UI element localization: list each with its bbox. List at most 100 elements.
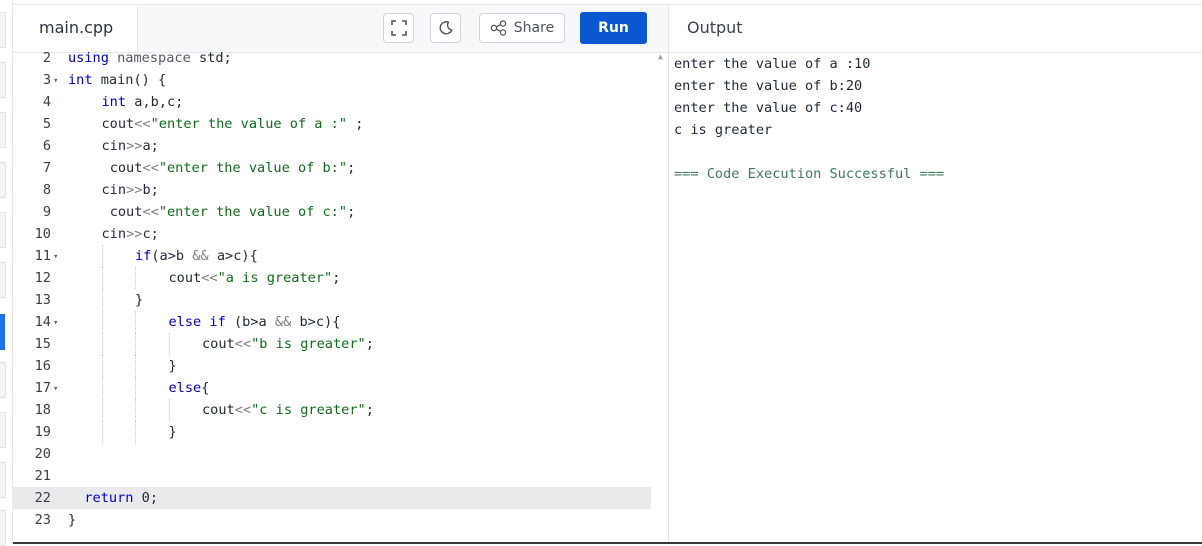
share-icon bbox=[490, 20, 507, 36]
code-text: cout<<"enter the value of a :" ; bbox=[102, 113, 364, 135]
sidebar-tab[interactable] bbox=[0, 362, 6, 398]
file-tab[interactable]: main.cpp bbox=[13, 5, 138, 52]
indent-guide bbox=[101, 377, 103, 399]
code-text: if(a>b && a>c){ bbox=[135, 245, 258, 267]
code-line[interactable]: 19} bbox=[13, 421, 651, 443]
indent-guide bbox=[135, 355, 136, 377]
run-button[interactable]: Run bbox=[580, 12, 647, 44]
code-token: ; bbox=[347, 160, 356, 176]
code-token: ; bbox=[365, 402, 374, 418]
code-line[interactable]: 11 ▾ if(a>b && a>c){ bbox=[13, 245, 651, 267]
code-token: if bbox=[135, 248, 152, 264]
fullscreen-button[interactable] bbox=[383, 13, 414, 43]
code-token: } bbox=[68, 512, 77, 528]
line-number: 10 bbox=[34, 226, 51, 242]
code-token: << bbox=[234, 336, 252, 352]
line-number: 6 bbox=[42, 138, 51, 154]
code-line[interactable]: 12 cout<<"a is greater"; bbox=[13, 267, 651, 289]
left-sidebar bbox=[0, 0, 8, 546]
sidebar-tab[interactable] bbox=[0, 212, 6, 248]
sidebar-tab[interactable] bbox=[0, 510, 6, 546]
fold-arrow-icon[interactable]: ▾ bbox=[53, 378, 58, 400]
code-token: && bbox=[274, 314, 292, 330]
sidebar-tab-active[interactable] bbox=[0, 314, 5, 350]
line-number: 7 bbox=[42, 160, 51, 176]
code-token: "enter the value of a :" bbox=[150, 116, 348, 132]
fold-arrow-icon[interactable]: ▾ bbox=[53, 312, 58, 334]
code-token: "c is greater" bbox=[251, 402, 366, 418]
code-line[interactable]: 14 ▾ else if (b>a && b>c){ bbox=[13, 311, 651, 333]
line-number: 9 bbox=[42, 204, 51, 220]
line-number: 17 bbox=[34, 380, 51, 396]
sidebar-tab[interactable] bbox=[0, 262, 6, 298]
code-line[interactable]: 3 ▾ int main() { bbox=[13, 69, 651, 91]
code-token: a>c){ bbox=[208, 248, 258, 264]
sidebar-tab[interactable] bbox=[0, 112, 6, 148]
code-line[interactable]: 15 cout<<"b is greater"; bbox=[13, 333, 651, 355]
sidebar-tab[interactable] bbox=[0, 412, 6, 448]
output-line: c is greater bbox=[674, 122, 773, 138]
code-line[interactable]: 20 bbox=[13, 443, 651, 465]
code-text: } bbox=[135, 289, 143, 311]
line-number: 16 bbox=[34, 358, 51, 374]
sidebar-tab[interactable] bbox=[0, 12, 6, 48]
indent-guide bbox=[101, 289, 103, 311]
line-number: 4 bbox=[42, 94, 51, 110]
code-line[interactable]: 21 bbox=[13, 465, 651, 487]
fold-arrow-icon[interactable]: ▾ bbox=[53, 246, 58, 268]
code-token: (a>b bbox=[151, 248, 193, 264]
sidebar-tab[interactable] bbox=[0, 62, 6, 98]
code-token: { bbox=[201, 380, 210, 396]
indent-guide bbox=[135, 421, 136, 443]
code-token: namespace bbox=[117, 50, 191, 66]
share-button[interactable]: Share bbox=[479, 13, 565, 43]
indent-guide bbox=[101, 311, 103, 333]
code-line[interactable]: 23} bbox=[13, 509, 651, 531]
code-line[interactable]: 16} bbox=[13, 355, 651, 377]
line-number: 13 bbox=[34, 292, 51, 308]
code-token: cout bbox=[109, 204, 143, 220]
code-text: cin>>b; bbox=[102, 179, 159, 201]
line-number: 22 bbox=[34, 490, 51, 506]
code-token: main() { bbox=[92, 72, 167, 88]
execution-status: === Code Execution Successful === bbox=[674, 166, 945, 182]
code-line[interactable]: 22 return 0; bbox=[13, 487, 651, 509]
code-line[interactable]: 7 cout<<"enter the value of b:"; bbox=[13, 157, 651, 179]
indent-guide bbox=[101, 267, 103, 289]
code-line[interactable]: 2 using namespace std; bbox=[13, 47, 651, 69]
code-line[interactable]: 10 cin>>c; bbox=[13, 223, 651, 245]
code-token: cin bbox=[101, 226, 127, 242]
code-line[interactable]: 17 ▾ else{ bbox=[13, 377, 651, 399]
code-line[interactable]: 5 cout<<"enter the value of a :" ; bbox=[13, 113, 651, 135]
indent-guide bbox=[135, 267, 136, 289]
code-line[interactable]: 9 cout<<"enter the value of c:"; bbox=[13, 201, 651, 223]
fold-arrow-icon[interactable]: ▾ bbox=[53, 70, 58, 92]
code-text: cout<<"enter the value of c:"; bbox=[102, 201, 356, 223]
code-line[interactable]: 4 int a,b,c; bbox=[13, 91, 651, 113]
sidebar-tab[interactable] bbox=[0, 462, 6, 498]
code-token: ; bbox=[332, 270, 341, 286]
code-text: cout<<"c is greater"; bbox=[202, 399, 374, 421]
expand-icon bbox=[390, 20, 407, 36]
code-line[interactable]: 6 cin>>a; bbox=[13, 135, 651, 157]
moon-icon bbox=[439, 21, 452, 35]
line-number: 3 bbox=[42, 72, 51, 88]
code-token: << bbox=[234, 402, 252, 418]
code-token: std; bbox=[190, 50, 232, 66]
scroll-up-icon[interactable]: ▲ bbox=[658, 52, 663, 61]
indent-guide bbox=[168, 333, 170, 355]
code-token: int bbox=[101, 94, 127, 110]
sidebar-tab[interactable] bbox=[0, 162, 6, 198]
code-token: ; bbox=[347, 204, 356, 220]
code-line[interactable]: 18 cout<<"c is greater"; bbox=[13, 399, 651, 421]
code-editor[interactable]: ▲ 2 using namespace std; 3 ▾ int main() { 4 in… bbox=[13, 46, 668, 544]
code-line[interactable]: 8 cin>>b; bbox=[13, 179, 651, 201]
code-line[interactable]: 13} bbox=[13, 289, 651, 311]
code-token: else if bbox=[168, 314, 226, 330]
code-token: cout bbox=[109, 160, 143, 176]
theme-toggle-button[interactable] bbox=[430, 13, 461, 43]
pane-divider[interactable] bbox=[668, 4, 669, 544]
code-token: >> bbox=[126, 138, 143, 154]
